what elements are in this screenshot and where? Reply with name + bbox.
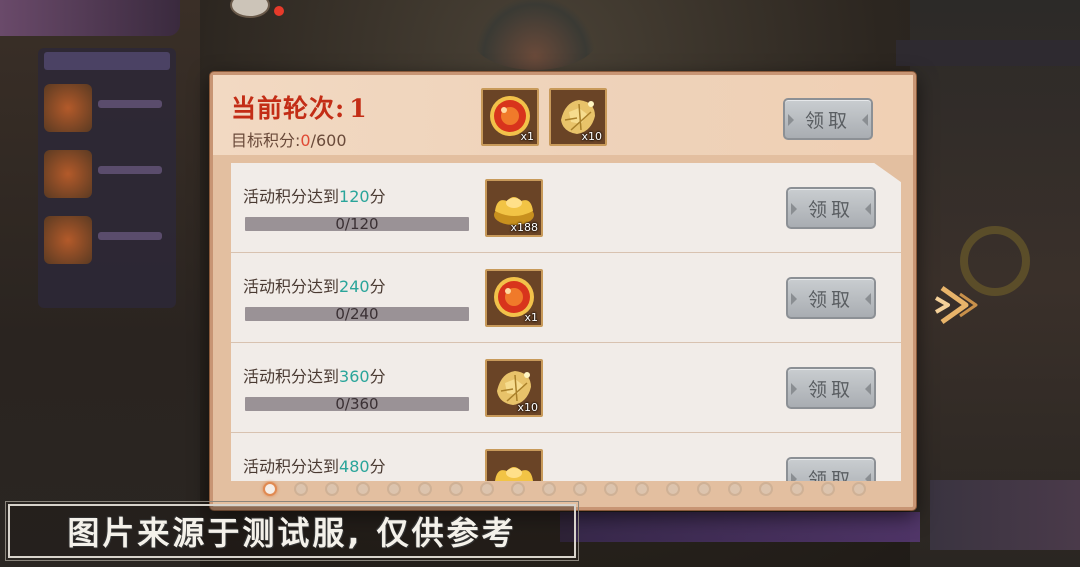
background-left-slot: [44, 84, 92, 132]
page-dot[interactable]: [728, 482, 742, 496]
page-dot[interactable]: [480, 482, 494, 496]
page-indicator: [263, 482, 866, 496]
page-dot[interactable]: [387, 482, 401, 496]
page-dot[interactable]: [325, 482, 339, 496]
target-total: /600: [310, 131, 347, 150]
target-score: 目标积分:0/600: [231, 127, 347, 151]
reward-count: x188: [510, 221, 538, 234]
reward-item[interactable]: [485, 449, 543, 481]
reward-count: x1: [520, 130, 534, 143]
next-page-arrow-icon[interactable]: [932, 280, 982, 330]
round-label: 当前轮次:: [231, 94, 346, 123]
gold-ingot-icon: [487, 451, 541, 481]
claim-round-button[interactable]: 领取: [783, 98, 873, 140]
task-suffix: 分: [369, 367, 386, 386]
task-prefix: 活动积分达到: [243, 277, 340, 296]
page-dot[interactable]: [790, 482, 804, 496]
background-left-line: [98, 100, 162, 108]
task-prefix: 活动积分达到: [243, 367, 340, 386]
page-dot[interactable]: [542, 482, 556, 496]
page-dot[interactable]: [449, 482, 463, 496]
header-rewards: x1 x10: [481, 88, 607, 146]
task-list[interactable]: 活动积分达到120分 0/120 x188 领取 活动积分达到240分 0/24…: [231, 163, 901, 481]
page-dot[interactable]: [263, 482, 277, 496]
task-row: 活动积分达到480分 领取: [231, 433, 901, 481]
target-label: 目标积分:: [231, 131, 301, 150]
reward-item[interactable]: x1: [485, 269, 543, 327]
reward-count: x10: [517, 401, 538, 414]
background-left-card-title: [44, 52, 170, 70]
claim-task-button[interactable]: 领取: [786, 277, 876, 319]
progress-bar: 0/120: [245, 215, 469, 233]
background-ornament: [470, 0, 600, 70]
task-text: 活动积分达到360分: [243, 363, 386, 387]
page-dot[interactable]: [511, 482, 525, 496]
page-dot[interactable]: [666, 482, 680, 496]
background-top-banner: [0, 0, 180, 36]
claim-task-button[interactable]: 领取: [786, 187, 876, 229]
page-dot[interactable]: [294, 482, 308, 496]
panel-header: 当前轮次: 1 目标积分:0/600 x1 x10 领取: [213, 75, 913, 155]
reward-count: x1: [524, 311, 538, 324]
task-row: 活动积分达到360分 0/360 x10 领取: [231, 343, 901, 433]
task-prefix: 活动积分达到: [243, 457, 340, 476]
progress-bar: 0/240: [245, 305, 469, 323]
task-points: 120: [339, 187, 370, 206]
task-suffix: 分: [369, 187, 386, 206]
claim-task-button[interactable]: 领取: [786, 457, 876, 481]
task-text: 活动积分达到120分: [243, 183, 386, 207]
task-row: 活动积分达到240分 0/240 x1 领取: [231, 253, 901, 343]
background-left-line: [98, 232, 162, 240]
task-points: 360: [339, 367, 370, 386]
reward-count: x10: [581, 130, 602, 143]
reward-item[interactable]: x10: [485, 359, 543, 417]
page-dot[interactable]: [418, 482, 432, 496]
task-text: 活动积分达到240分: [243, 273, 386, 297]
round-title: 当前轮次: 1: [231, 89, 368, 125]
task-row: 活动积分达到120分 0/120 x188 领取: [231, 163, 901, 253]
claim-task-button[interactable]: 领取: [786, 367, 876, 409]
background-left-slot: [44, 150, 92, 198]
page-dot[interactable]: [759, 482, 773, 496]
reward-item[interactable]: x188: [485, 179, 543, 237]
page-dot[interactable]: [852, 482, 866, 496]
watermark-text: 图片来源于测试服, 仅供参考: [67, 514, 517, 552]
target-current: 0: [300, 131, 311, 150]
page-dot[interactable]: [356, 482, 370, 496]
task-prefix: 活动积分达到: [243, 187, 340, 206]
page-dot[interactable]: [604, 482, 618, 496]
background-bottom-bar: [560, 512, 920, 542]
round-number: 1: [349, 94, 368, 123]
page-dot[interactable]: [697, 482, 711, 496]
task-points: 240: [339, 277, 370, 296]
progress-label: 0/360: [335, 395, 379, 413]
progress-label: 0/240: [335, 305, 379, 323]
round-reward-panel: 当前轮次: 1 目标积分:0/600 x1 x10 领取 活动积分达到120分 …: [210, 72, 916, 510]
task-text: 活动积分达到480分: [243, 453, 386, 477]
progress-bar: 0/360: [245, 395, 469, 413]
background-right-icons: [930, 480, 1080, 550]
page-dot[interactable]: [573, 482, 587, 496]
reward-item[interactable]: x10: [549, 88, 607, 146]
task-points: 480: [339, 457, 370, 476]
progress-label: 0/120: [335, 215, 379, 233]
page-dot[interactable]: [635, 482, 649, 496]
background-left-line: [98, 166, 162, 174]
task-suffix: 分: [369, 277, 386, 296]
background-left-slot: [44, 216, 92, 264]
test-server-watermark: 图片来源于测试服, 仅供参考: [5, 501, 579, 561]
background-right-bar: [896, 40, 1080, 66]
reward-item[interactable]: x1: [481, 88, 539, 146]
task-suffix: 分: [369, 457, 386, 476]
notification-dot: [274, 6, 284, 16]
page-dot[interactable]: [821, 482, 835, 496]
